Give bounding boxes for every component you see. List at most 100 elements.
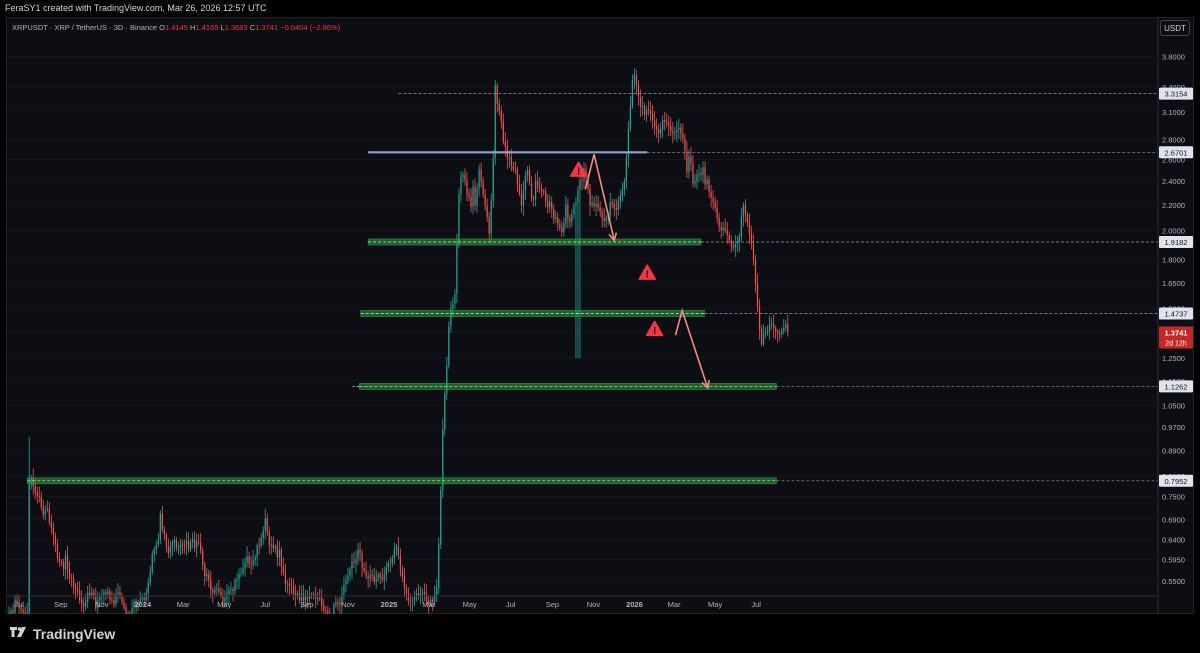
candle-body xyxy=(619,196,621,202)
candle-body xyxy=(684,138,686,151)
brand[interactable]: TradingView xyxy=(8,626,115,642)
candle-body xyxy=(60,561,63,563)
candle-body xyxy=(678,127,680,130)
candle-body xyxy=(353,561,355,563)
candle-body xyxy=(532,197,535,200)
candle-body xyxy=(181,544,184,546)
candle-body xyxy=(680,127,682,134)
candle-body xyxy=(308,594,311,599)
candle-body xyxy=(633,75,636,80)
candle-body xyxy=(189,542,192,550)
candle-body xyxy=(62,562,65,570)
price-tick-label: 0.6900 xyxy=(1162,515,1185,524)
candle-body xyxy=(42,507,44,515)
candle-body xyxy=(448,326,450,366)
candle-body xyxy=(321,598,323,606)
candle-body xyxy=(319,598,321,599)
candle-body xyxy=(670,126,672,132)
candle-body xyxy=(573,205,575,215)
candle-body xyxy=(276,546,278,558)
candle-body xyxy=(200,542,202,551)
candle-body xyxy=(121,596,123,603)
candle-body xyxy=(752,243,755,260)
candle-body xyxy=(714,201,716,209)
candle-body xyxy=(728,235,730,241)
candle-body xyxy=(524,175,527,191)
candle-body xyxy=(365,571,367,577)
candle-body xyxy=(452,303,454,309)
candle-body xyxy=(244,562,246,569)
candle-body xyxy=(468,193,470,197)
candle-body xyxy=(581,179,583,181)
price-chart[interactable]: !!! 3.80003.40003.10002.80002.60002.4000… xyxy=(0,0,1200,653)
footer xyxy=(0,614,1200,653)
warning-mark: ! xyxy=(653,326,656,337)
candle-body xyxy=(173,539,176,543)
time-tick-label: Jul xyxy=(751,600,761,609)
candle-body xyxy=(694,181,696,184)
candle-body xyxy=(672,131,674,133)
candle-body xyxy=(363,567,365,572)
candle-body xyxy=(349,568,351,576)
candle-body xyxy=(710,192,712,198)
candle-body xyxy=(651,113,654,121)
candle-body xyxy=(58,557,61,562)
candle-body xyxy=(252,560,254,565)
candle-body xyxy=(541,188,543,192)
candle-body xyxy=(724,227,726,231)
symbol-name[interactable]: XRPUSDT · XRP / TetherUS · 3D · Binance xyxy=(12,23,157,32)
candle-body xyxy=(502,121,504,142)
price-tick-label: 1.8000 xyxy=(1162,255,1185,264)
tradingview-logo-icon xyxy=(10,627,26,637)
candle-body xyxy=(161,513,163,530)
candle-body xyxy=(773,324,775,328)
candle-body xyxy=(254,557,256,561)
time-axis: Jul Sep Nov 2024 Mar May Jul Sep Nov 2025 Mar May Ju… xyxy=(7,595,1156,609)
candle-body xyxy=(488,216,490,234)
candle-body xyxy=(169,546,172,553)
candle-body xyxy=(732,246,734,248)
candle-body xyxy=(272,544,274,549)
candle-body xyxy=(547,201,549,208)
candle-body xyxy=(159,513,161,540)
candle-body xyxy=(214,589,216,593)
candle-body xyxy=(262,530,264,539)
drawings: !!! xyxy=(26,93,1158,485)
candle-body xyxy=(165,534,168,547)
candle-body xyxy=(440,489,442,545)
candle-body xyxy=(171,542,174,547)
candle-body xyxy=(553,209,555,219)
candle-body xyxy=(528,169,531,184)
candle-body xyxy=(549,201,551,208)
candle-body xyxy=(40,497,42,508)
candle-body xyxy=(718,218,720,227)
candle-body xyxy=(563,223,565,233)
price-tick-label: 0.5950 xyxy=(1162,555,1185,564)
candle-body xyxy=(577,190,579,203)
currency-button[interactable]: USDT xyxy=(1160,20,1190,36)
candle-body xyxy=(234,580,236,592)
symbol-legend[interactable]: XRPUSDT · XRP / TetherUS · 3D · Binance … xyxy=(12,23,340,32)
price-tick-label: 0.7500 xyxy=(1162,493,1185,502)
candle-body xyxy=(359,549,361,554)
candle-body xyxy=(68,569,71,578)
candle-body xyxy=(643,105,646,115)
price-flag-label: 1.4737 xyxy=(1165,309,1188,318)
candle-body xyxy=(748,222,751,234)
candle-body xyxy=(518,184,521,194)
candle-body xyxy=(38,496,40,498)
candle-body xyxy=(660,129,662,134)
grid xyxy=(7,56,1156,582)
time-tick-label: 2024 xyxy=(135,600,153,609)
price-tick-label: 1.0500 xyxy=(1162,401,1185,410)
candle-body xyxy=(389,563,391,565)
candle-body xyxy=(218,589,220,592)
candle-body xyxy=(284,572,287,584)
candle-body xyxy=(526,169,529,176)
candle-body xyxy=(87,592,89,602)
candle-body xyxy=(113,599,115,605)
candle-body xyxy=(496,85,498,104)
candle-body xyxy=(775,327,777,332)
candle-body xyxy=(682,133,684,139)
candle-body xyxy=(625,157,627,182)
